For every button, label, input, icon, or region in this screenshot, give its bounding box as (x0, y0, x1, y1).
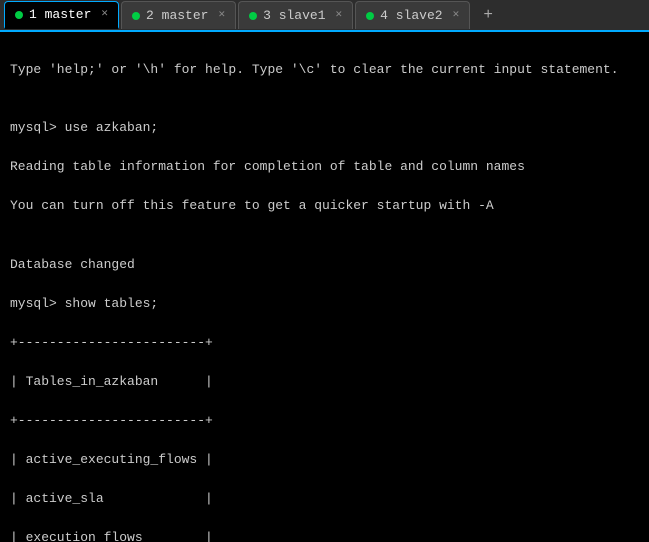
tab-3-dot (249, 12, 257, 20)
tab-4-dot (366, 12, 374, 20)
tab-1-close[interactable]: ✕ (101, 9, 108, 20)
terminal-line3: mysql> use azkaban; (10, 120, 158, 135)
tab-3-label: 3 slave1 (263, 8, 325, 23)
terminal-line7: Database changed (10, 257, 135, 272)
terminal-line13: | active_sla | (10, 491, 213, 506)
tab-bar: 1 master ✕ 2 master ✕ 3 slave1 ✕ 4 slave… (0, 0, 649, 32)
tab-2-label: 2 master (146, 8, 208, 23)
tab-4-label: 4 slave2 (380, 8, 442, 23)
terminal-line10: | Tables_in_azkaban | (10, 374, 213, 389)
add-tab-button[interactable]: + (476, 3, 500, 27)
terminal-line4: Reading table information for completion… (10, 159, 525, 174)
tab-4-slave2[interactable]: 4 slave2 ✕ (355, 1, 470, 29)
terminal-line14: | execution_flows | (10, 530, 213, 542)
tab-1-label: 1 master (29, 7, 91, 22)
terminal-line11: +------------------------+ (10, 413, 213, 428)
tab-3-close[interactable]: ✕ (336, 10, 343, 21)
terminal-line9: +------------------------+ (10, 335, 213, 350)
tab-1-dot (15, 11, 23, 19)
terminal-line5: You can turn off this feature to get a q… (10, 198, 494, 213)
terminal-area[interactable]: Type 'help;' or '\h' for help. Type '\c'… (0, 32, 649, 542)
tab-3-slave1[interactable]: 3 slave1 ✕ (238, 1, 353, 29)
terminal-line1: Type 'help;' or '\h' for help. Type '\c'… (10, 62, 619, 77)
tab-1-master[interactable]: 1 master ✕ (4, 1, 119, 29)
tab-2-master[interactable]: 2 master ✕ (121, 1, 236, 29)
tab-4-close[interactable]: ✕ (453, 10, 460, 21)
tab-2-dot (132, 12, 140, 20)
tab-2-close[interactable]: ✕ (218, 10, 225, 21)
terminal-line12: | active_executing_flows | (10, 452, 213, 467)
terminal-line8: mysql> show tables; (10, 296, 158, 311)
